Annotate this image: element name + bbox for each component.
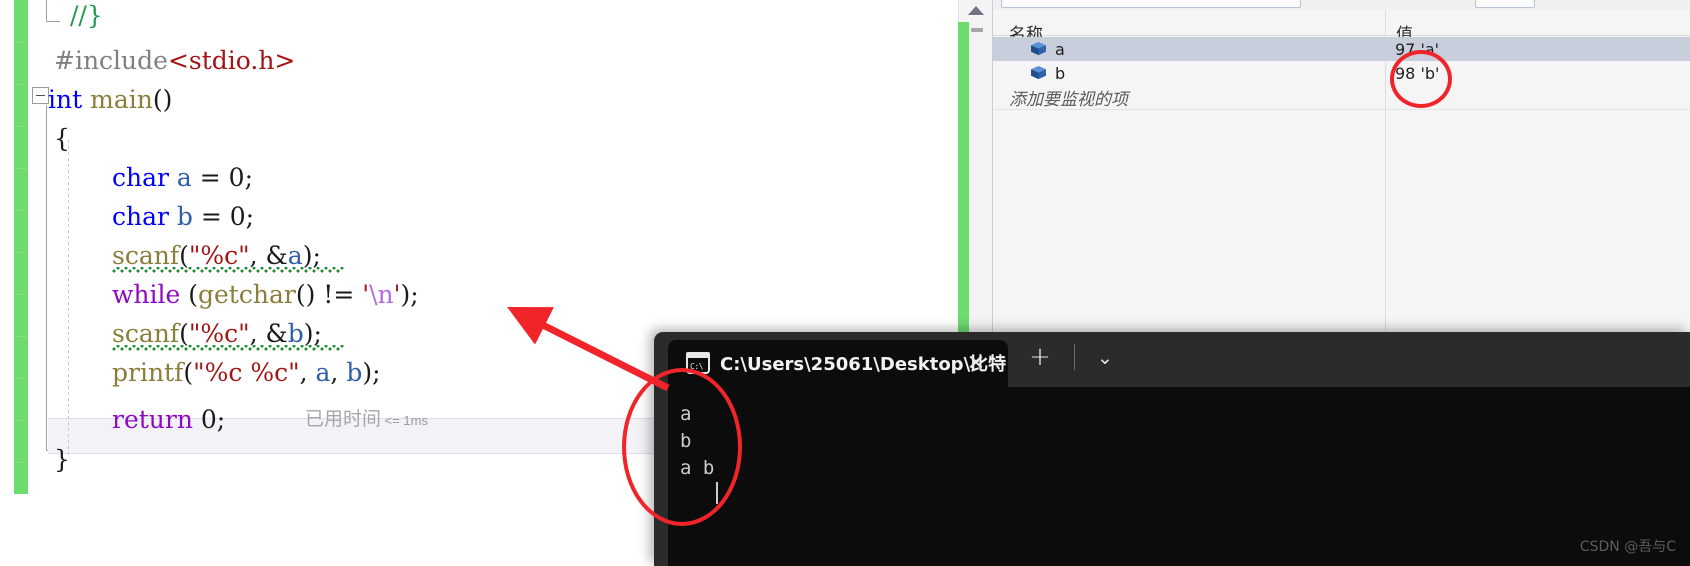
table-row[interactable]: a 97 'a'	[993, 37, 1690, 61]
code-token-parens: ()	[152, 85, 173, 114]
code-token-string-fmt: "%c"	[188, 241, 250, 270]
code-token-call-scanf: scanf	[112, 241, 180, 270]
watermark: CSDN @吾与C	[1579, 539, 1676, 555]
chevron-down-icon[interactable]: ⌄	[1092, 346, 1118, 370]
code-token-keyword-int: int	[48, 85, 83, 114]
code-line-11: return 0;	[112, 405, 226, 434]
variable-cube-icon	[1031, 42, 1046, 56]
code-line-2: #include<stdio.h>	[54, 41, 295, 80]
code-token-escape: \n	[369, 280, 394, 309]
terminal-tab-bar[interactable]: C:\ C:\Users\25061\Desktop\比特 ✕ + ⌄	[654, 332, 1690, 387]
watch-row-name: a	[1055, 40, 1065, 59]
terminal-output-area[interactable]: a b a b	[668, 387, 1690, 566]
scroll-up-arrow-icon[interactable]	[968, 6, 984, 15]
variable-cube-icon	[1031, 66, 1046, 80]
code-token-var-b: b	[287, 319, 304, 348]
code-token-var-a: a	[287, 241, 303, 270]
toolbar-chip-right[interactable]	[1475, 0, 1535, 8]
scrollbar-change-track	[958, 22, 969, 347]
code-token-include-file: <stdio.h>	[167, 46, 296, 75]
indent-guide	[68, 140, 69, 458]
code-token-comment: //}	[70, 1, 103, 30]
code-line-8: while (getchar() != '\n');	[112, 280, 419, 309]
code-token-call-scanf: scanf	[112, 319, 180, 348]
codelens-value: <= 1ms	[384, 413, 428, 428]
code-token-string-fmt: "%c"	[188, 319, 250, 348]
code-token-var-a: a	[315, 358, 331, 387]
terminal-caret	[716, 482, 718, 504]
code-line-1: //}	[70, 0, 103, 35]
terminal-window[interactable]: C:\ C:\Users\25061\Desktop\比特 ✕ + ⌄ a b …	[654, 332, 1690, 566]
code-token-var-a: a	[176, 163, 192, 192]
fold-bracket-main	[46, 105, 47, 450]
code-line-10: printf("%c %c", a, b);	[112, 358, 381, 387]
error-squiggle	[112, 267, 344, 273]
watch-row-name: b	[1055, 64, 1066, 83]
fold-bracket-comment	[46, 0, 47, 21]
codelens-label: 已用时间	[305, 408, 382, 430]
toolbar-chip-left[interactable]	[1001, 0, 1301, 8]
watch-column-header[interactable]: 名称 值	[993, 10, 1690, 45]
code-token-keyword-char: char	[112, 163, 169, 192]
new-tab-icon[interactable]: +	[1026, 344, 1054, 372]
code-line-6: char b = 0;	[112, 202, 255, 231]
code-token-string-fmt: "%c %c"	[193, 358, 300, 387]
change-indicator-bar	[14, 0, 28, 494]
error-squiggle	[112, 345, 344, 351]
code-token-keyword-char: char	[112, 202, 169, 231]
terminal-cmd-icon: C:\	[686, 352, 710, 374]
table-row[interactable]: b 98 'b'	[993, 61, 1690, 85]
code-token-keyword-while: while	[112, 280, 181, 309]
terminal-output-text: a b a b	[680, 403, 715, 479]
terminal-tab[interactable]: C:\ C:\Users\25061\Desktop\比特 ✕	[668, 340, 1008, 387]
code-token-var-b: b	[346, 358, 363, 387]
tabbar-divider	[1074, 344, 1075, 370]
add-watch-item-placeholder[interactable]: 添加要监视的项	[1009, 85, 1128, 110]
code-token-call-getchar: getchar	[198, 280, 296, 309]
watch-row-value: 98 'b'	[1395, 64, 1440, 83]
code-line-4: {	[54, 119, 70, 158]
watch-row-value: 97 'a'	[1395, 40, 1440, 59]
code-token-keyword-return: return	[112, 405, 193, 434]
code-token-preprocessor: #include	[54, 46, 168, 75]
close-icon[interactable]: ✕	[964, 352, 988, 376]
code-token-function-main: main	[90, 85, 153, 114]
row-divider	[993, 109, 1690, 110]
code-token-brace-close: }	[54, 445, 70, 474]
code-line-3: int main()	[48, 80, 172, 119]
code-token-call-printf: printf	[112, 358, 184, 387]
code-line-12: }	[54, 440, 70, 479]
codelens-elapsed-time[interactable]: 已用时间 <= 1ms	[305, 404, 428, 431]
scrollbar-change-marker	[971, 28, 983, 32]
code-line-5: char a = 0;	[112, 163, 253, 192]
code-token-brace-open: {	[54, 124, 70, 153]
watch-toolbar[interactable]	[993, 0, 1690, 10]
code-token-var-b: b	[176, 202, 193, 231]
collapse-toggle-main[interactable]	[32, 87, 49, 104]
